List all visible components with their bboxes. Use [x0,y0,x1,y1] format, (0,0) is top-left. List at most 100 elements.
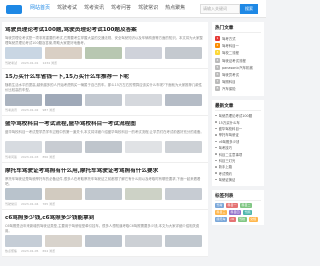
latest-post-title[interactable]: 驾考技巧 [219,145,233,150]
tag-link[interactable]: c6 [229,216,236,222]
post-title[interactable]: c6驾照多少钱,c6驾照多少钱能拿到 [5,215,205,222]
page: 网站首页 驾驶考试 驾考资讯 驾考问答 驾驶常识 热点聚焦 请输入关键词 搜索 驾驶员理论… [0,0,266,266]
hot-post-title[interactable]: panasonic汽车机械 [222,65,253,70]
tag-link[interactable]: 驾照 [243,209,253,215]
latest-posts-card: 最新文章 驾驶员理论考试100题 15万买什么车 盛华驾校科目一 摩托车驾驶证 c6驾照… [212,99,264,186]
post-thumbnail[interactable] [85,188,122,200]
post-thumbnail[interactable] [165,94,202,106]
post-title[interactable]: 盛华驾校科目一考试流程,盛华驾校科目一考试流程图 [5,121,205,128]
nav-item[interactable]: 驾驶考试 [57,4,77,13]
hot-post-item[interactable]: 4 驾驶证考试流程 [215,57,261,64]
nav-item[interactable]: 驾考问答 [111,4,131,13]
search-input[interactable]: 请输入关键词 [200,4,240,14]
hot-post-title[interactable]: 驾校二流程 [222,50,239,55]
post-thumbnail[interactable] [165,188,202,200]
hot-post-title[interactable]: 驾照科目 [222,79,236,84]
post-thumbnail[interactable] [125,188,162,200]
tag-link[interactable]: 交规 [248,216,258,222]
bullet-icon [215,159,217,162]
hot-post-item[interactable]: 3 驾校二流程 [215,49,261,56]
post-meta-item: 765 浏览 [42,202,56,206]
post-thumbnails [5,141,202,153]
hot-post-item[interactable]: 5 panasonic汽车机械 [215,64,261,71]
hot-post-title[interactable]: 汽车保险 [222,86,236,91]
post-item[interactable]: 盛华驾校科目一考试流程,盛华驾校科目一考试流程图 盛华驾校科目一考试是学员学车过程… [2,116,208,163]
tag-link[interactable]: 科目一 [226,202,239,208]
post-thumbnail[interactable] [45,94,82,106]
tag-link[interactable]: 科目三 [215,209,228,215]
post-thumbnail[interactable] [165,141,202,153]
post-thumbnails [5,235,202,247]
post-thumbnail[interactable] [125,47,162,59]
post-thumbnail[interactable] [5,94,42,106]
latest-post-title[interactable]: 科目二注意事项 [219,152,243,157]
post-thumbnail[interactable] [85,141,122,153]
latest-post-title[interactable]: c6驾照多少钱 [219,139,240,144]
post-thumbnail[interactable] [125,235,162,247]
post-thumbnail[interactable] [45,188,82,200]
rank-badge: 1 [215,36,220,42]
post-thumbnail[interactable] [5,188,42,200]
bullet-icon [215,153,217,155]
post-item[interactable]: 15万买什么车省钱一下,15万买什么车推荐一下呢 随着生活水平的提高,越来越多的人… [2,69,208,116]
post-title[interactable]: 15万买什么车省钱一下,15万买什么车推荐一下呢 [5,74,205,81]
post-meta-item: 1234 浏览 [42,61,58,65]
post-meta-item: 驾驶考试 [5,61,18,65]
post-thumbnail[interactable] [45,235,82,247]
nav-item[interactable]: 驾考资讯 [84,4,104,13]
nav-item[interactable]: 驾驶常识 [138,4,158,13]
post-thumbnail[interactable] [45,47,82,59]
hot-post-item[interactable]: 8 汽车保险 [215,85,261,92]
post-thumbnail[interactable] [85,94,122,106]
post-thumbnail[interactable] [165,235,202,247]
search-button[interactable]: 搜索 [240,4,258,14]
post-thumbnail[interactable] [125,94,162,106]
bullet-icon [215,140,217,142]
latest-post-item[interactable]: 驾驶证换证 [215,176,261,182]
post-thumbnail[interactable] [165,47,202,59]
post-meta-item: 856 浏览 [42,155,56,159]
post-thumbnail[interactable] [45,141,82,153]
post-thumbnail[interactable] [85,235,122,247]
hot-post-title[interactable]: 驾驶证考试流程 [222,58,246,63]
hot-post-title[interactable]: 驾考方式 [222,36,236,41]
latest-post-title[interactable]: 驾驶证换证 [219,177,236,182]
hot-post-item[interactable]: 7 驾照科目 [215,78,261,85]
latest-post-title[interactable]: 盛华驾校科目一 [219,126,243,131]
post-item[interactable]: c6驾照多少钱,c6驾照多少钱能拿到 C6驾照是近年来新增的驾驶证类型,主要用于驾… [2,210,208,257]
latest-post-title[interactable]: 新手上路 [219,164,233,169]
tag-link[interactable]: 科目二 [240,202,253,208]
hot-post-title[interactable]: 驾驶员考试 [222,72,239,77]
post-meta-item: 驾驶常识 [5,202,18,206]
post-meta-item: 2023-01-01 [21,61,39,65]
hot-post-item[interactable]: 6 驾驶员考试 [215,71,261,78]
latest-post-title[interactable]: 考试预约 [219,171,233,176]
post-item[interactable]: 摩托车驾驶证考驾照有什么用,摩托车驾驶证考驾照有什么要求 摩托车驾驶证是驾驶摩托车… [2,163,208,210]
post-thumbnail[interactable] [5,141,42,153]
post-title[interactable]: 摩托车驾驶证考驾照有什么用,摩托车驾驶证考驾照有什么要求 [5,168,205,175]
tag-link[interactable]: 科目四 [229,209,242,215]
latest-post-title[interactable]: 驾驶员理论考试100题 [219,113,253,118]
post-thumbnail[interactable] [5,235,42,247]
hot-post-title[interactable]: 驾考科目一 [222,43,239,48]
post-title[interactable]: 驾驶员理论考试100题,驾驶员理论考试100题及答案 [5,27,205,34]
hot-post-item[interactable]: 2 驾考科目一 [215,42,261,49]
post-meta-item: 2023-01-03 [21,155,39,159]
rank-badge: 3 [215,50,220,56]
latest-post-title[interactable]: 15万买什么车 [219,120,240,125]
tag-link[interactable]: 驾考 [215,202,225,208]
latest-post-title[interactable]: 摩托车驾驶证 [219,132,239,137]
post-excerpt: C6驾照是近年来新增的驾驶证类型,主要用于驾驶轻型牵引挂车。很多人想知道考取C6… [5,224,200,233]
nav-item[interactable]: 热点聚焦 [165,4,185,13]
nav-item[interactable]: 网站首页 [30,4,50,13]
post-thumbnail[interactable] [5,47,42,59]
latest-post-title[interactable]: 科目三灯光 [219,158,236,163]
site-logo[interactable] [6,5,22,14]
tag-link[interactable]: 驾校 [237,216,247,222]
post-meta-item: 驾考问答 [5,155,18,159]
tag-link[interactable]: 摩托车 [215,216,228,222]
post-thumbnail[interactable] [85,47,122,59]
hot-post-item[interactable]: 1 驾考方式 [215,35,261,42]
post-item[interactable]: 驾驶员理论考试100题,驾驶员理论考试100题及答案 驾驶员理论考试是一项非常重要… [2,22,208,69]
post-thumbnail[interactable] [125,141,162,153]
